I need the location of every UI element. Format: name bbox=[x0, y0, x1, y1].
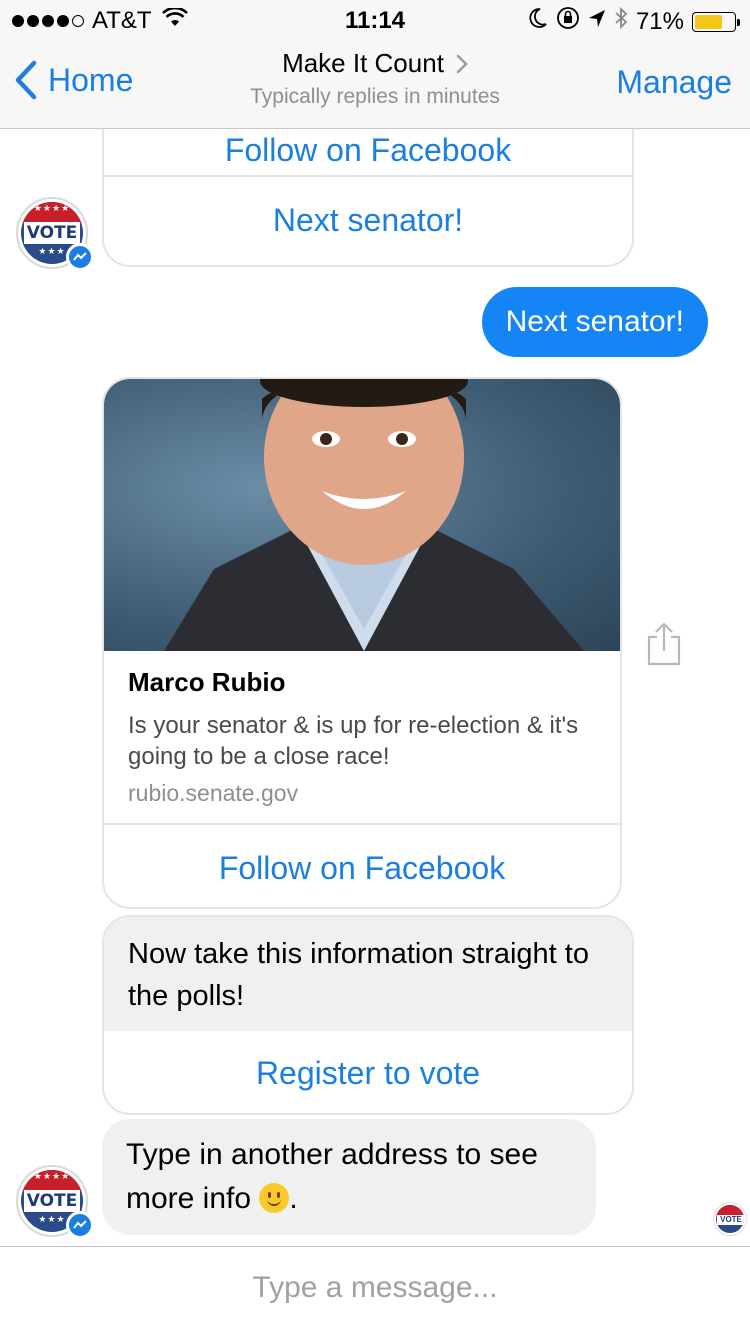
read-receipt-label: VOTE bbox=[717, 1215, 744, 1225]
page-title-row: Make It Count bbox=[282, 48, 468, 79]
chevron-right-icon bbox=[456, 54, 468, 73]
avatar-label: VOTE bbox=[24, 1190, 80, 1212]
share-icon[interactable] bbox=[646, 621, 682, 672]
bluetooth-icon bbox=[614, 6, 628, 37]
battery-icon bbox=[692, 11, 740, 32]
outgoing-message: Next senator! bbox=[481, 287, 708, 357]
senator-card[interactable]: Marco Rubio Is your senator & is up for … bbox=[102, 377, 622, 909]
avatar[interactable]: ★★★★ VOTE ★★★ bbox=[16, 1165, 94, 1239]
polls-card: Now take this information straight to th… bbox=[102, 915, 634, 1115]
incoming-message: Type in another address to see more info… bbox=[102, 1119, 596, 1235]
next-senator-button[interactable]: Next senator! bbox=[104, 177, 632, 263]
manage-button[interactable]: Manage bbox=[616, 64, 732, 101]
senator-info: Marco Rubio Is your senator & is up for … bbox=[104, 651, 620, 825]
battery-percent: 71% bbox=[635, 7, 684, 35]
avatar-label: VOTE bbox=[24, 222, 80, 244]
avatar[interactable]: ★★★★ VOTE ★★★ bbox=[16, 197, 94, 271]
conversation-thread[interactable]: Follow on Facebook Next senator! ★★★★ VO… bbox=[0, 129, 750, 1246]
status-right: 71% bbox=[528, 6, 740, 37]
smiley-emoji-icon bbox=[259, 1183, 290, 1213]
incoming-message-text: Type in another address to see more info bbox=[126, 1138, 538, 1215]
senator-name: Marco Rubio bbox=[128, 667, 286, 697]
register-to-vote-button[interactable]: Register to vote bbox=[104, 1031, 632, 1113]
polls-message: Now take this information straight to th… bbox=[104, 917, 632, 1031]
status-bar: AT&T 11:14 71% bbox=[0, 0, 750, 40]
follow-on-facebook-button[interactable]: Follow on Facebook bbox=[104, 825, 620, 907]
composer-bar bbox=[0, 1246, 750, 1334]
senator-photo bbox=[104, 379, 620, 651]
page-title: Make It Count bbox=[282, 48, 444, 78]
messenger-icon bbox=[66, 243, 94, 271]
message-input[interactable] bbox=[0, 1271, 750, 1305]
location-icon bbox=[588, 8, 606, 36]
read-receipt-avatar: VOTE bbox=[714, 1203, 746, 1235]
follow-on-facebook-button[interactable]: Follow on Facebook bbox=[104, 129, 632, 177]
message-period: . bbox=[289, 1182, 298, 1215]
senator-description: Is your senator & is up for re-election … bbox=[128, 712, 579, 770]
messenger-icon bbox=[66, 1211, 94, 1239]
navigation-bar: Home Make It Count Typically replies in … bbox=[0, 40, 750, 129]
senator-url[interactable]: rubio.senate.gov bbox=[128, 780, 596, 807]
moon-icon bbox=[528, 7, 548, 36]
message-card-previous: Follow on Facebook Next senator! bbox=[102, 129, 634, 267]
rotation-lock-icon bbox=[556, 6, 580, 37]
